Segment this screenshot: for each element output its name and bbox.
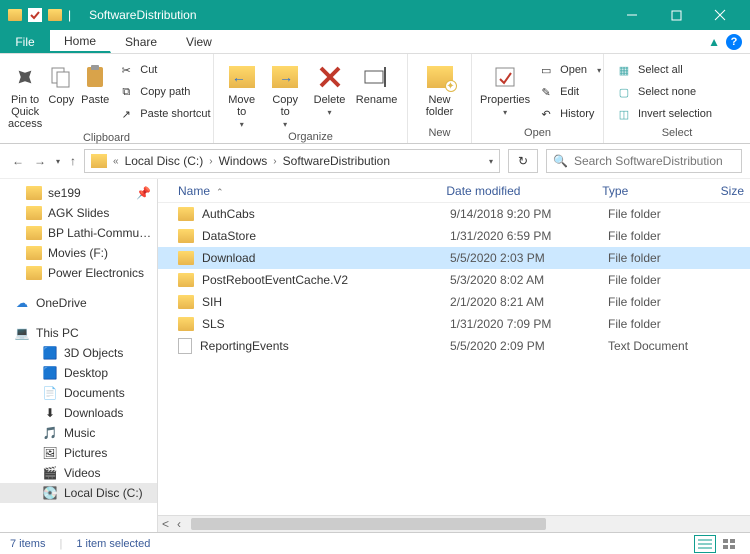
folder-icon <box>178 207 194 221</box>
tree-onedrive[interactable]: ☁OneDrive <box>0 293 157 313</box>
file-row[interactable]: PostRebootEventCache.V25/3/2020 8:02 AMF… <box>158 269 750 291</box>
paste-button[interactable]: Paste <box>80 58 110 106</box>
tree-item[interactable]: 🎵Music <box>0 423 157 443</box>
cut-button[interactable]: ✂Cut <box>114 60 214 80</box>
tree-item[interactable]: 🟦Desktop <box>0 363 157 383</box>
delete-button[interactable]: Delete▾ <box>309 58 350 117</box>
file-row[interactable]: DataStore1/31/2020 6:59 PMFile folder <box>158 225 750 247</box>
move-to-button[interactable]: ← Move to▾ <box>222 58 261 129</box>
invert-selection-button[interactable]: ◫Invert selection <box>612 104 716 124</box>
tree-item[interactable]: 💽Local Disc (C:) <box>0 483 157 503</box>
back-button[interactable]: ← <box>12 154 24 168</box>
history-dropdown[interactable]: ▾ <box>56 157 60 166</box>
properties-button[interactable]: Properties▾ <box>480 58 530 117</box>
tree-item[interactable]: AGK Slides <box>0 203 157 223</box>
nav-row: ← → ▾ ↑ « Local Disc (C:) › Windows › So… <box>0 144 750 178</box>
tree-item[interactable]: 🖼Pictures <box>0 443 157 463</box>
address-folder-icon <box>91 154 107 168</box>
window-title: SoftwareDistribution <box>89 8 196 22</box>
address-dropdown[interactable]: ▾ <box>489 157 493 166</box>
file-row[interactable]: SIH2/1/2020 8:21 AMFile folder <box>158 291 750 313</box>
copy-to-button[interactable]: → Copy to▾ <box>265 58 304 129</box>
new-folder-button[interactable]: ✦ New folder <box>416 58 463 118</box>
tree-item[interactable]: 📄Documents <box>0 383 157 403</box>
folder-icon <box>178 273 194 287</box>
col-size[interactable]: Size <box>721 184 750 198</box>
group-organize-label: Organize <box>222 129 399 145</box>
folder-icon <box>178 251 194 265</box>
tree-thispc[interactable]: 💻This PC <box>0 323 157 343</box>
tree-item[interactable]: ⬇Downloads <box>0 403 157 423</box>
col-type[interactable]: Type <box>602 184 720 198</box>
minimize-button[interactable] <box>610 0 654 30</box>
folder-icon <box>178 317 194 331</box>
item-count: 7 items <box>10 538 45 550</box>
col-date[interactable]: Date modified <box>446 184 602 198</box>
close-button[interactable] <box>698 0 742 30</box>
pin-quick-access-button[interactable]: Pin to Quick access <box>8 58 42 130</box>
file-row[interactable]: AuthCabs9/14/2018 9:20 PMFile folder <box>158 203 750 225</box>
tab-share[interactable]: Share <box>111 30 172 53</box>
tree-item[interactable]: Power Electronics <box>0 263 157 283</box>
titlebar-folder-icon <box>8 9 22 21</box>
file-row[interactable]: SLS1/31/2020 7:09 PMFile folder <box>158 313 750 335</box>
column-headers: Name⌃ Date modified Type Size <box>158 179 750 203</box>
help-icon[interactable]: ? <box>726 34 742 50</box>
tab-strip: File Home Share View ▲ ? <box>0 30 750 54</box>
breadcrumb-current[interactable]: SoftwareDistribution <box>283 154 390 168</box>
search-icon: 🔍 <box>553 154 568 168</box>
file-row[interactable]: Download5/5/2020 2:03 PMFile folder <box>158 247 750 269</box>
copy-path-button[interactable]: ⧉Copy path <box>114 82 214 102</box>
group-new-label: New <box>416 125 463 141</box>
item-selected: 1 item selected <box>76 538 150 550</box>
tree-item[interactable]: 🎬Videos <box>0 463 157 483</box>
maximize-button[interactable] <box>654 0 698 30</box>
tree-item[interactable]: se199📌 <box>0 183 157 203</box>
rename-button[interactable]: Rename <box>354 58 399 106</box>
ribbon: Pin to Quick access Copy Paste ✂Cut ⧉Cop… <box>0 54 750 144</box>
tree-item[interactable]: Movies (F:) <box>0 243 157 263</box>
folder-icon <box>178 229 194 243</box>
address-bar[interactable]: « Local Disc (C:) › Windows › SoftwareDi… <box>84 149 500 173</box>
group-clipboard-label: Clipboard <box>8 130 205 146</box>
tab-home[interactable]: Home <box>50 30 111 53</box>
large-icons-view-button[interactable] <box>718 535 740 553</box>
refresh-button[interactable]: ↻ <box>508 149 538 173</box>
history-button[interactable]: ↶History <box>534 104 605 124</box>
collapse-ribbon-icon[interactable]: ▲ <box>708 35 720 49</box>
tree-item[interactable]: 🟦3D Objects <box>0 343 157 363</box>
open-button[interactable]: ▭Open▾ <box>534 60 605 80</box>
search-input[interactable] <box>574 154 735 168</box>
paste-shortcut-button[interactable]: ↗Paste shortcut <box>114 104 214 124</box>
search-box[interactable]: 🔍 <box>546 149 742 173</box>
document-icon <box>178 338 192 354</box>
titlebar-folder2-icon <box>48 9 62 21</box>
file-list[interactable]: AuthCabs9/14/2018 9:20 PMFile folderData… <box>158 203 750 515</box>
copy-button[interactable]: Copy <box>46 58 76 106</box>
forward-button[interactable]: → <box>34 154 46 168</box>
title-bar: | SoftwareDistribution <box>0 0 750 30</box>
up-button[interactable]: ↑ <box>70 154 76 168</box>
select-none-button[interactable]: ▢Select none <box>612 82 716 102</box>
breadcrumb-drive[interactable]: Local Disc (C:) <box>125 154 204 168</box>
group-open-label: Open <box>480 125 595 141</box>
edit-button[interactable]: ✎Edit <box>534 82 605 102</box>
tab-file[interactable]: File <box>0 30 50 53</box>
tree-item[interactable]: BP Lathi-Commu… <box>0 223 157 243</box>
nav-tree[interactable]: se199📌AGK SlidesBP Lathi-Commu…Movies (F… <box>0 179 158 532</box>
file-row[interactable]: ReportingEvents5/5/2020 2:09 PMText Docu… <box>158 335 750 357</box>
tab-view[interactable]: View <box>172 30 227 53</box>
titlebar-check-icon[interactable] <box>28 8 42 22</box>
hscroll[interactable]: < ‹ <box>158 515 750 532</box>
col-name[interactable]: Name⌃ <box>158 184 446 198</box>
folder-icon <box>178 295 194 309</box>
breadcrumb-windows[interactable]: Windows <box>219 154 268 168</box>
details-view-button[interactable] <box>694 535 716 553</box>
select-all-button[interactable]: ▦Select all <box>612 60 716 80</box>
group-select-label: Select <box>612 125 742 141</box>
